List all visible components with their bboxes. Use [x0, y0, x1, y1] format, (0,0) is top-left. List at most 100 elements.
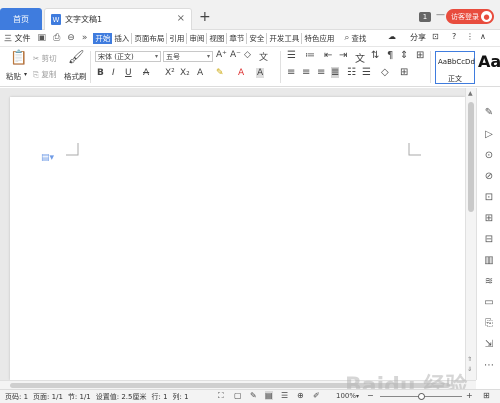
more-icon[interactable]: » [82, 33, 88, 43]
collapse-ribbon-icon[interactable]: ∧ [480, 32, 486, 41]
superscript-icon[interactable]: X² [165, 68, 175, 78]
paragraph-icon[interactable]: ▤▾ [41, 153, 54, 163]
document-page[interactable]: ▤▾ [10, 97, 465, 380]
shrink-font-icon[interactable]: A⁻ [230, 50, 241, 60]
scroll-up-icon[interactable]: ▲ [468, 90, 473, 97]
document-tab[interactable]: W 文字文稿1 × [44, 8, 192, 30]
shapes-icon[interactable]: ⊘ [483, 171, 495, 182]
write-mode-icon[interactable]: ✐ [313, 391, 320, 400]
chart-icon[interactable]: ▥ [483, 255, 495, 266]
paste-button[interactable]: 粘贴 [6, 71, 21, 82]
document-tool-icon[interactable]: ▭ [483, 297, 495, 308]
font-color-icon[interactable]: A [238, 68, 244, 78]
tab-sections[interactable]: 章节 [227, 32, 248, 44]
align-right-icon[interactable]: ≡ [317, 67, 325, 78]
share-button[interactable]: 分享 [410, 32, 426, 43]
zoom-slider-knob[interactable] [418, 393, 425, 400]
cloud-sync-icon[interactable]: ☁ [388, 32, 396, 41]
minimize-icon[interactable]: — [436, 10, 445, 20]
bold-icon[interactable]: B [97, 68, 104, 78]
text-effect-icon[interactable]: A [197, 68, 203, 78]
more-options-icon[interactable]: ⋮ [466, 32, 474, 41]
format-painter-button[interactable]: 格式刷 [64, 71, 87, 82]
paste-dropdown-icon[interactable]: ▾ [24, 71, 27, 78]
prev-page-icon[interactable]: ⇑ [467, 356, 472, 363]
print-preview-icon[interactable]: ⎙ [53, 33, 60, 43]
vertical-scroll-thumb[interactable] [468, 102, 474, 212]
sort-icon[interactable]: ⇅ [371, 50, 379, 61]
decrease-indent-icon[interactable]: ⇤ [324, 50, 332, 61]
stats-icon[interactable]: ≋ [483, 276, 495, 287]
zoom-in-icon[interactable]: + [466, 391, 473, 400]
home-tab[interactable]: 首页 [0, 8, 42, 30]
edit-icon[interactable]: ✎ [483, 107, 495, 118]
tab-home[interactable]: 开始 [93, 32, 113, 44]
font-size-select[interactable]: 五号 ▾ [163, 51, 213, 62]
backup-icon[interactable]: ⎘ [483, 318, 495, 329]
select-icon[interactable]: ▷ [483, 129, 495, 140]
vertical-scrollbar[interactable]: ▲ ⇑ ⇓ [465, 88, 476, 380]
tab-review[interactable]: 审阅 [187, 32, 208, 44]
subscript-icon[interactable]: X₂ [180, 68, 190, 78]
justify-icon[interactable]: ≣ [331, 67, 340, 78]
protect-icon[interactable]: ✎ [250, 391, 257, 400]
highlight-icon[interactable]: ✎ [216, 68, 224, 78]
search-button[interactable]: 查找 [349, 33, 368, 44]
apps-icon[interactable]: ⊟ [483, 234, 495, 245]
outline-view-icon[interactable]: ☰ [281, 391, 288, 400]
border-icon[interactable]: ⊞ [416, 50, 424, 61]
paste-icon[interactable]: 📋 [10, 50, 27, 66]
zoom-dropdown-icon[interactable]: ▾ [356, 393, 359, 400]
heading-style-preview[interactable]: Aa [478, 52, 500, 71]
clear-format-icon[interactable]: ◇ [244, 50, 251, 60]
tab-view[interactable]: 视图 [207, 32, 228, 44]
cut-button[interactable]: ✂ 剪切 [33, 53, 57, 64]
line-spacing-icon[interactable]: ⇕ [400, 50, 408, 61]
italic-icon[interactable]: I [112, 68, 115, 78]
bullet-list-icon[interactable]: ☰ [287, 50, 296, 61]
export-icon[interactable]: ⇲ [483, 339, 495, 350]
chinese-layout-icon[interactable]: 文 [355, 50, 365, 65]
zoom-level[interactable]: 100% [336, 392, 356, 400]
table-icon[interactable]: ⊞ [483, 213, 495, 224]
file-menu[interactable]: 三 文件 [4, 33, 31, 44]
more-tools-icon[interactable]: ⋯ [483, 360, 495, 371]
strikethrough-icon[interactable]: A [143, 68, 149, 78]
tab-insert[interactable]: 插入 [112, 32, 133, 44]
web-view-icon[interactable]: ⊕ [297, 391, 304, 400]
gift-icon[interactable]: ⊡ [483, 192, 495, 203]
new-tab-button[interactable]: + [199, 9, 211, 25]
style-normal[interactable]: AaBbCcDd 正文 [435, 51, 475, 84]
tab-page-layout[interactable]: 页面布局 [132, 32, 168, 44]
tab-features[interactable]: 特色应用 [302, 33, 336, 44]
window-count-badge[interactable]: 1 [419, 12, 431, 22]
grow-font-icon[interactable]: A⁺ [216, 50, 227, 60]
align-left-icon[interactable]: ≡ [287, 67, 295, 78]
help-button[interactable]: ? [452, 32, 456, 41]
phonetic-icon[interactable]: 文 [259, 50, 268, 63]
underline-icon[interactable]: U [125, 68, 132, 78]
char-shading-icon[interactable]: A [256, 68, 265, 78]
increase-indent-icon[interactable]: ⇥ [339, 50, 347, 61]
numbered-list-icon[interactable]: ≔ [305, 50, 315, 61]
page-view-icon[interactable]: ▤ [265, 391, 273, 400]
align-center-icon[interactable]: ≡ [302, 67, 310, 78]
next-page-icon[interactable]: ⇓ [467, 366, 472, 373]
fullscreen-icon[interactable]: ⛶ [218, 391, 224, 401]
fit-page-icon[interactable]: ⊞ [483, 391, 490, 400]
tab-references[interactable]: 引用 [167, 32, 188, 44]
save-icon[interactable]: ▣ [38, 33, 47, 43]
shading-icon[interactable]: ◇ [381, 67, 389, 78]
copy-button[interactable]: ⎘ 复制 [33, 69, 56, 80]
tab-developer[interactable]: 开发工具 [267, 32, 303, 44]
location-icon[interactable]: ⊙ [483, 150, 495, 161]
close-tab-icon[interactable]: × [177, 13, 185, 24]
distribute-icon[interactable]: ☷ [347, 67, 356, 78]
line-spacing-list-icon[interactable]: ☰ [362, 67, 371, 78]
read-mode-icon[interactable]: ▢ [234, 391, 242, 400]
guest-login-button[interactable]: 访客登录 ● [446, 9, 494, 24]
font-name-select[interactable]: 宋体 (正文) ▾ [95, 51, 161, 62]
show-marks-icon[interactable]: ¶ [387, 50, 393, 61]
borders-dropdown-icon[interactable]: ⊞ [400, 67, 408, 78]
collaborate-icon[interactable]: ⊡ [432, 32, 439, 41]
